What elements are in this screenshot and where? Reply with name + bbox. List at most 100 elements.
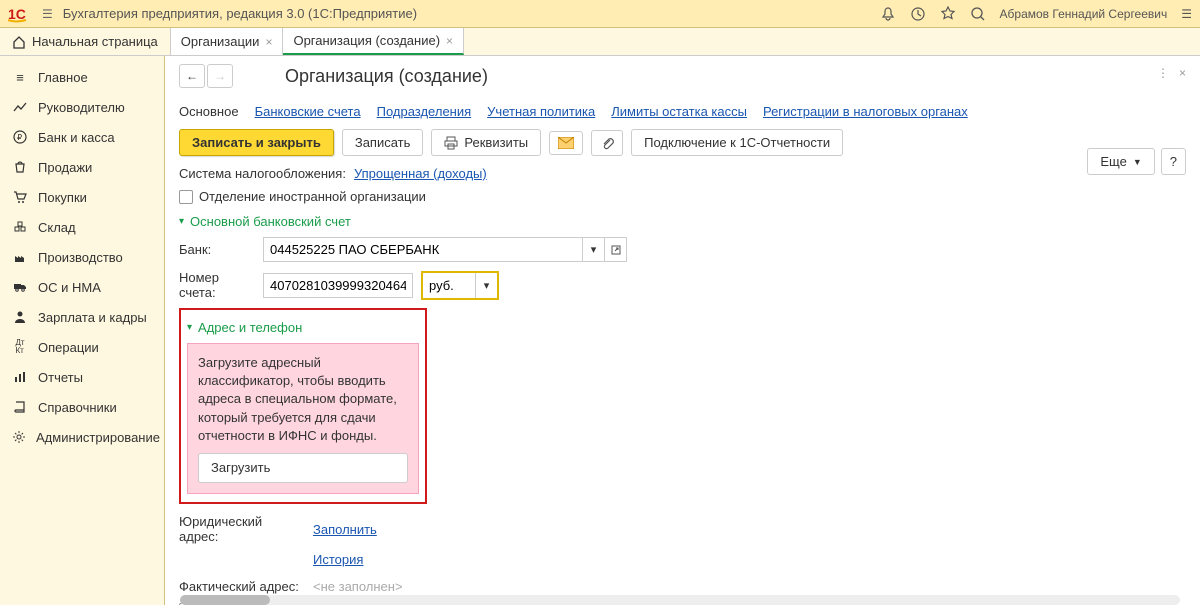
subnav-main[interactable]: Основное xyxy=(179,104,239,119)
toolbar: Записать и закрыть Записать Реквизиты По… xyxy=(179,129,1186,156)
more-label: Еще xyxy=(1100,154,1126,169)
star-icon[interactable] xyxy=(940,6,956,22)
legal-address-label: Юридический адрес: xyxy=(179,514,305,544)
load-classifier-button[interactable]: Загрузить xyxy=(198,453,408,483)
currency-input[interactable] xyxy=(423,273,475,298)
sidebar-item-directories[interactable]: Справочники xyxy=(0,392,164,422)
home-icon xyxy=(12,35,26,49)
actual-address-row: Фактический адрес: <не заполнен> xyxy=(179,579,1186,594)
tab-home[interactable]: Начальная страница xyxy=(0,28,171,55)
printer-icon xyxy=(444,136,458,150)
help-button[interactable]: ? xyxy=(1161,148,1186,175)
tab-organizations[interactable]: Организации × xyxy=(171,28,284,55)
history-link[interactable]: История xyxy=(313,552,363,567)
bank-section-header[interactable]: ▾Основной банковский счет xyxy=(179,214,1186,229)
more-actions-icon[interactable]: ⋮ xyxy=(1157,66,1169,80)
forward-button[interactable]: → xyxy=(207,64,233,88)
address-notice: Загрузите адресный классификатор, чтобы … xyxy=(187,343,419,494)
mail-icon xyxy=(558,137,574,149)
sidebar-item-manager[interactable]: Руководителю xyxy=(0,92,164,122)
svg-text:₽: ₽ xyxy=(17,133,22,142)
currency-dropdown[interactable]: ▾ xyxy=(475,273,497,298)
mail-button[interactable] xyxy=(549,131,583,155)
sidebar: ≡ Главное Руководителю ₽ Банк и касса Прод… xyxy=(0,56,165,605)
connect-1c-button[interactable]: Подключение к 1С-Отчетности xyxy=(631,129,843,156)
open-icon xyxy=(611,245,621,255)
subnav-departments[interactable]: Подразделения xyxy=(377,104,472,119)
page-title: Организация (создание) xyxy=(285,66,488,87)
close-icon[interactable]: × xyxy=(265,35,272,49)
sidebar-item-label: Главное xyxy=(38,70,88,85)
content-header: ← → Организация (создание) xyxy=(179,64,1186,88)
sidebar-item-bank[interactable]: ₽ Банк и касса xyxy=(0,122,164,152)
currency-select[interactable]: ▾ xyxy=(421,271,499,300)
search-icon[interactable] xyxy=(970,6,986,22)
username[interactable]: Абрамов Геннадий Сергеевич xyxy=(1000,7,1168,21)
close-panel-icon[interactable]: × xyxy=(1179,66,1186,80)
subnav: Основное Банковские счета Подразделения … xyxy=(179,98,1186,129)
tab-bar: Начальная страница Организации × Организ… xyxy=(0,28,1200,56)
sidebar-item-main[interactable]: ≡ Главное xyxy=(0,62,164,92)
sidebar-item-assets[interactable]: ОС и НМА xyxy=(0,272,164,302)
sidebar-item-label: Администрирование xyxy=(36,430,160,445)
close-icon[interactable]: × xyxy=(446,34,453,48)
sidebar-item-purchases[interactable]: Покупки xyxy=(0,182,164,212)
dropdown-button[interactable]: ▾ xyxy=(583,237,605,262)
sidebar-item-sales[interactable]: Продажи xyxy=(0,152,164,182)
bank-section-title: Основной банковский счет xyxy=(190,214,351,229)
attach-button[interactable] xyxy=(591,130,623,156)
save-button[interactable]: Записать xyxy=(342,129,424,156)
menu-icon[interactable]: ☰ xyxy=(1181,7,1192,21)
subnav-accounting-policy[interactable]: Учетная политика xyxy=(487,104,595,119)
bank-input[interactable] xyxy=(263,237,583,262)
bell-icon[interactable] xyxy=(880,6,896,22)
bag-icon xyxy=(12,159,28,175)
sidebar-item-reports[interactable]: Отчеты xyxy=(0,362,164,392)
sidebar-item-label: Операции xyxy=(38,340,99,355)
foreign-branch-label: Отделение иностранной организации xyxy=(199,189,426,204)
print-button[interactable]: Реквизиты xyxy=(431,129,541,156)
horizontal-scrollbar[interactable] xyxy=(180,595,1180,605)
open-button[interactable] xyxy=(605,237,627,262)
sidebar-item-production[interactable]: Производство xyxy=(0,242,164,272)
sidebar-item-label: Зарплата и кадры xyxy=(38,310,147,325)
dtkt-icon: ДтКт xyxy=(12,339,28,355)
print-label: Реквизиты xyxy=(464,135,528,150)
gear-icon xyxy=(12,429,26,445)
sidebar-item-salary[interactable]: Зарплата и кадры xyxy=(0,302,164,332)
subnav-tax-registrations[interactable]: Регистрации в налоговых органах xyxy=(763,104,968,119)
sidebar-item-operations[interactable]: ДтКт Операции xyxy=(0,332,164,362)
app-title: Бухгалтерия предприятия, редакция 3.0 (1… xyxy=(63,6,880,21)
foreign-branch-checkbox[interactable] xyxy=(179,190,193,204)
actual-address-label: Фактический адрес: xyxy=(179,579,305,594)
bar-chart-icon xyxy=(12,369,28,385)
sidebar-item-label: ОС и НМА xyxy=(38,280,101,295)
content: ← → Организация (создание) ⋮ × Основное … xyxy=(165,56,1200,605)
sidebar-item-warehouse[interactable]: Склад xyxy=(0,212,164,242)
legal-history-row: История xyxy=(179,552,1186,567)
subnav-bank-accounts[interactable]: Банковские счета xyxy=(255,104,361,119)
sidebar-item-label: Покупки xyxy=(38,190,87,205)
chart-up-icon xyxy=(12,99,28,115)
sidebar-item-label: Склад xyxy=(38,220,76,235)
header-actions: ⋮ × xyxy=(1157,66,1186,80)
sidebar-item-label: Банк и касса xyxy=(38,130,115,145)
paperclip-icon xyxy=(600,136,614,150)
address-section-header[interactable]: ▾Адрес и телефон xyxy=(187,320,419,335)
subnav-cash-limits[interactable]: Лимиты остатка кассы xyxy=(611,104,747,119)
account-input[interactable] xyxy=(263,273,413,298)
sidebar-item-admin[interactable]: Администрирование xyxy=(0,422,164,452)
tax-label: Система налогообложения: xyxy=(179,166,346,181)
tab-organization-create[interactable]: Организация (создание) × xyxy=(283,28,464,55)
legal-address-row: Юридический адрес: Заполнить xyxy=(179,514,1186,544)
fill-legal-link[interactable]: Заполнить xyxy=(313,522,377,537)
back-button[interactable]: ← xyxy=(179,64,205,88)
save-close-button[interactable]: Записать и закрыть xyxy=(179,129,334,156)
burger-icon[interactable]: ☰ xyxy=(42,7,53,21)
boxes-icon xyxy=(12,219,28,235)
list-icon: ≡ xyxy=(12,69,28,85)
sidebar-item-label: Продажи xyxy=(38,160,92,175)
history-icon[interactable] xyxy=(910,6,926,22)
tax-value-link[interactable]: Упрощенная (доходы) xyxy=(354,166,487,181)
more-button[interactable]: Еще ▼ xyxy=(1087,148,1154,175)
